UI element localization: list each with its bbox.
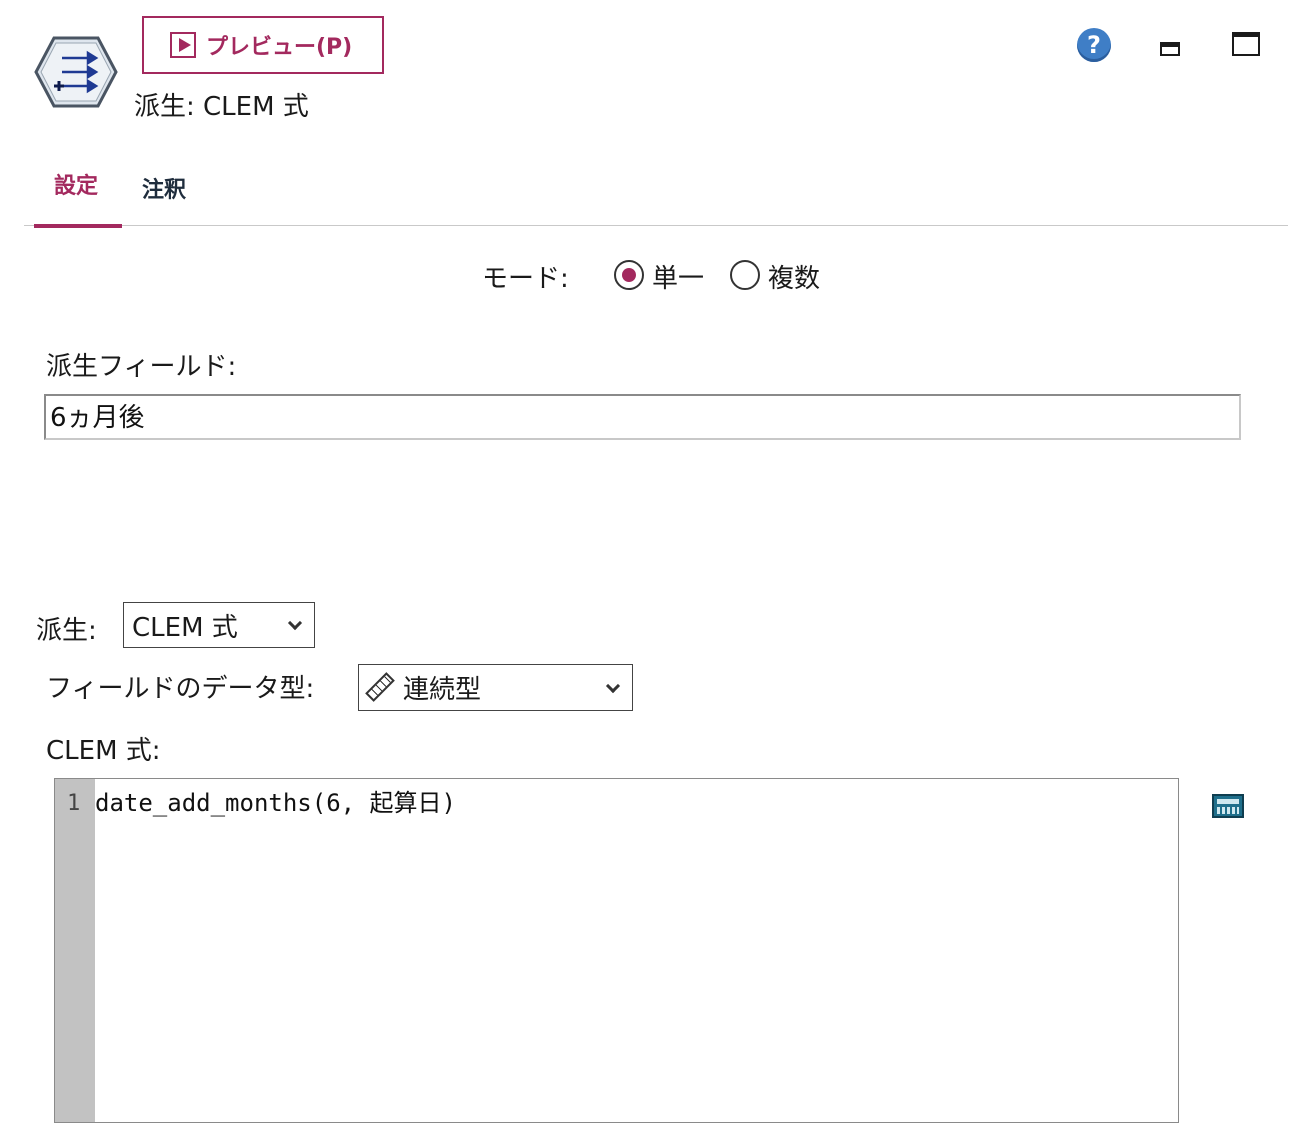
mode-multiple-radio[interactable] — [730, 260, 760, 290]
preview-button[interactable]: プレビュー(P) — [142, 16, 384, 74]
derive-as-select[interactable]: CLEM 式 — [123, 602, 315, 648]
chevron-down-icon — [605, 678, 621, 693]
tab-divider — [24, 225, 1288, 226]
maximize-icon[interactable] — [1232, 32, 1260, 56]
field-type-value: 連続型 — [403, 675, 482, 705]
derive-as-value: CLEM 式 — [132, 612, 238, 643]
minimize-icon[interactable] — [1160, 42, 1180, 56]
ruler-icon — [365, 672, 395, 702]
clem-expression-editor[interactable]: 1 date_add_months(6, 起算日) — [54, 778, 1179, 1123]
field-type-label: フィールドのデータ型: — [46, 674, 315, 704]
mode-single-radio[interactable] — [614, 260, 644, 290]
play-icon — [170, 32, 196, 58]
tab-settings[interactable]: 設定 — [54, 168, 98, 200]
expression-code[interactable]: date_add_months(6, 起算日) — [95, 783, 456, 818]
derive-node-icon — [34, 36, 118, 108]
mode-multiple-label[interactable]: 複数 — [768, 258, 820, 295]
preview-button-label: プレビュー(P) — [206, 35, 353, 60]
mode-single-label[interactable]: 単一 — [652, 258, 704, 295]
chevron-down-icon — [287, 615, 303, 631]
line-number-gutter — [55, 779, 95, 1122]
calculator-icon[interactable] — [1212, 794, 1244, 818]
mode-label: モード: — [482, 264, 569, 294]
field-type-select[interactable]: 連続型 — [358, 664, 633, 711]
active-tab-indicator — [34, 224, 122, 228]
tab-annotations[interactable]: 注釈 — [142, 172, 186, 204]
derived-field-input[interactable]: 6ヵ月後 — [44, 394, 1241, 440]
line-number: 1 — [67, 791, 81, 816]
node-title: 派生: CLEM 式 — [134, 92, 309, 122]
derive-node-dialog: プレビュー(P) 派生: CLEM 式 ? 設定 注釈 モード: 単一 複数 派… — [0, 0, 1296, 1136]
derive-as-label: 派生: — [36, 616, 97, 646]
clem-expression-label: CLEM 式: — [46, 736, 161, 766]
derived-field-label: 派生フィールド: — [46, 352, 237, 382]
help-icon[interactable]: ? — [1077, 28, 1111, 62]
